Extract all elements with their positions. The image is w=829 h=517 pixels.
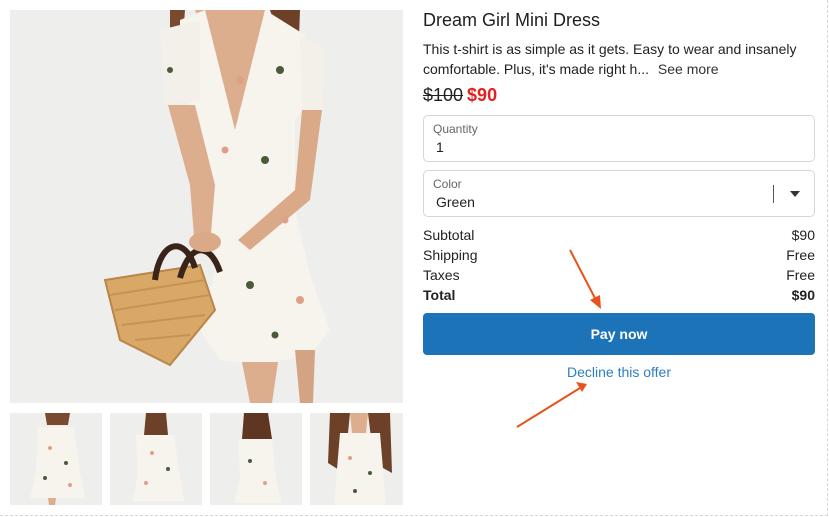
thumbnail-closeup[interactable] (310, 413, 403, 505)
pay-now-button[interactable]: Pay now (423, 313, 815, 355)
order-summary: Subtotal $90 Shipping Free Taxes Free To… (423, 227, 815, 307)
total-value: $90 (791, 287, 815, 303)
color-select[interactable]: Color Green (423, 170, 815, 217)
sale-price: $90 (467, 85, 498, 105)
decline-offer-link[interactable]: Decline this offer (423, 364, 815, 380)
see-more-link[interactable]: See more (658, 61, 719, 77)
thumbnail-strip (10, 413, 403, 505)
total-label: Total (423, 287, 456, 303)
quantity-field[interactable]: Quantity 1 (423, 115, 815, 162)
subtotal-label: Subtotal (423, 227, 475, 243)
color-label: Color (433, 177, 462, 191)
thumbnail-back[interactable] (110, 413, 202, 505)
product-description: This t-shirt is as simple as it gets. Ea… (423, 39, 815, 79)
price-block: $100 $90 (423, 85, 497, 106)
color-value: Green (436, 194, 475, 210)
subtotal-value: $90 (791, 227, 815, 243)
chevron-down-icon[interactable] (790, 191, 800, 197)
thumbnail-front[interactable] (10, 413, 102, 505)
summary-row-taxes: Taxes Free (423, 267, 815, 287)
summary-row-subtotal: Subtotal $90 (423, 227, 815, 247)
summary-row-shipping: Shipping Free (423, 247, 815, 267)
product-title: Dream Girl Mini Dress (423, 10, 601, 30)
quantity-value[interactable]: 1 (436, 139, 444, 155)
taxes-label: Taxes (423, 267, 460, 283)
thumbnail-side[interactable] (210, 413, 302, 505)
shipping-label: Shipping (423, 247, 478, 263)
quantity-label: Quantity (433, 122, 478, 136)
description-text: This t-shirt is as simple as it gets. Ea… (423, 41, 797, 77)
taxes-value: Free (786, 267, 815, 283)
select-divider (773, 185, 774, 203)
shipping-value: Free (786, 247, 815, 263)
summary-row-total: Total $90 (423, 287, 815, 307)
original-price: $100 (423, 85, 464, 105)
product-main-image (10, 10, 403, 403)
